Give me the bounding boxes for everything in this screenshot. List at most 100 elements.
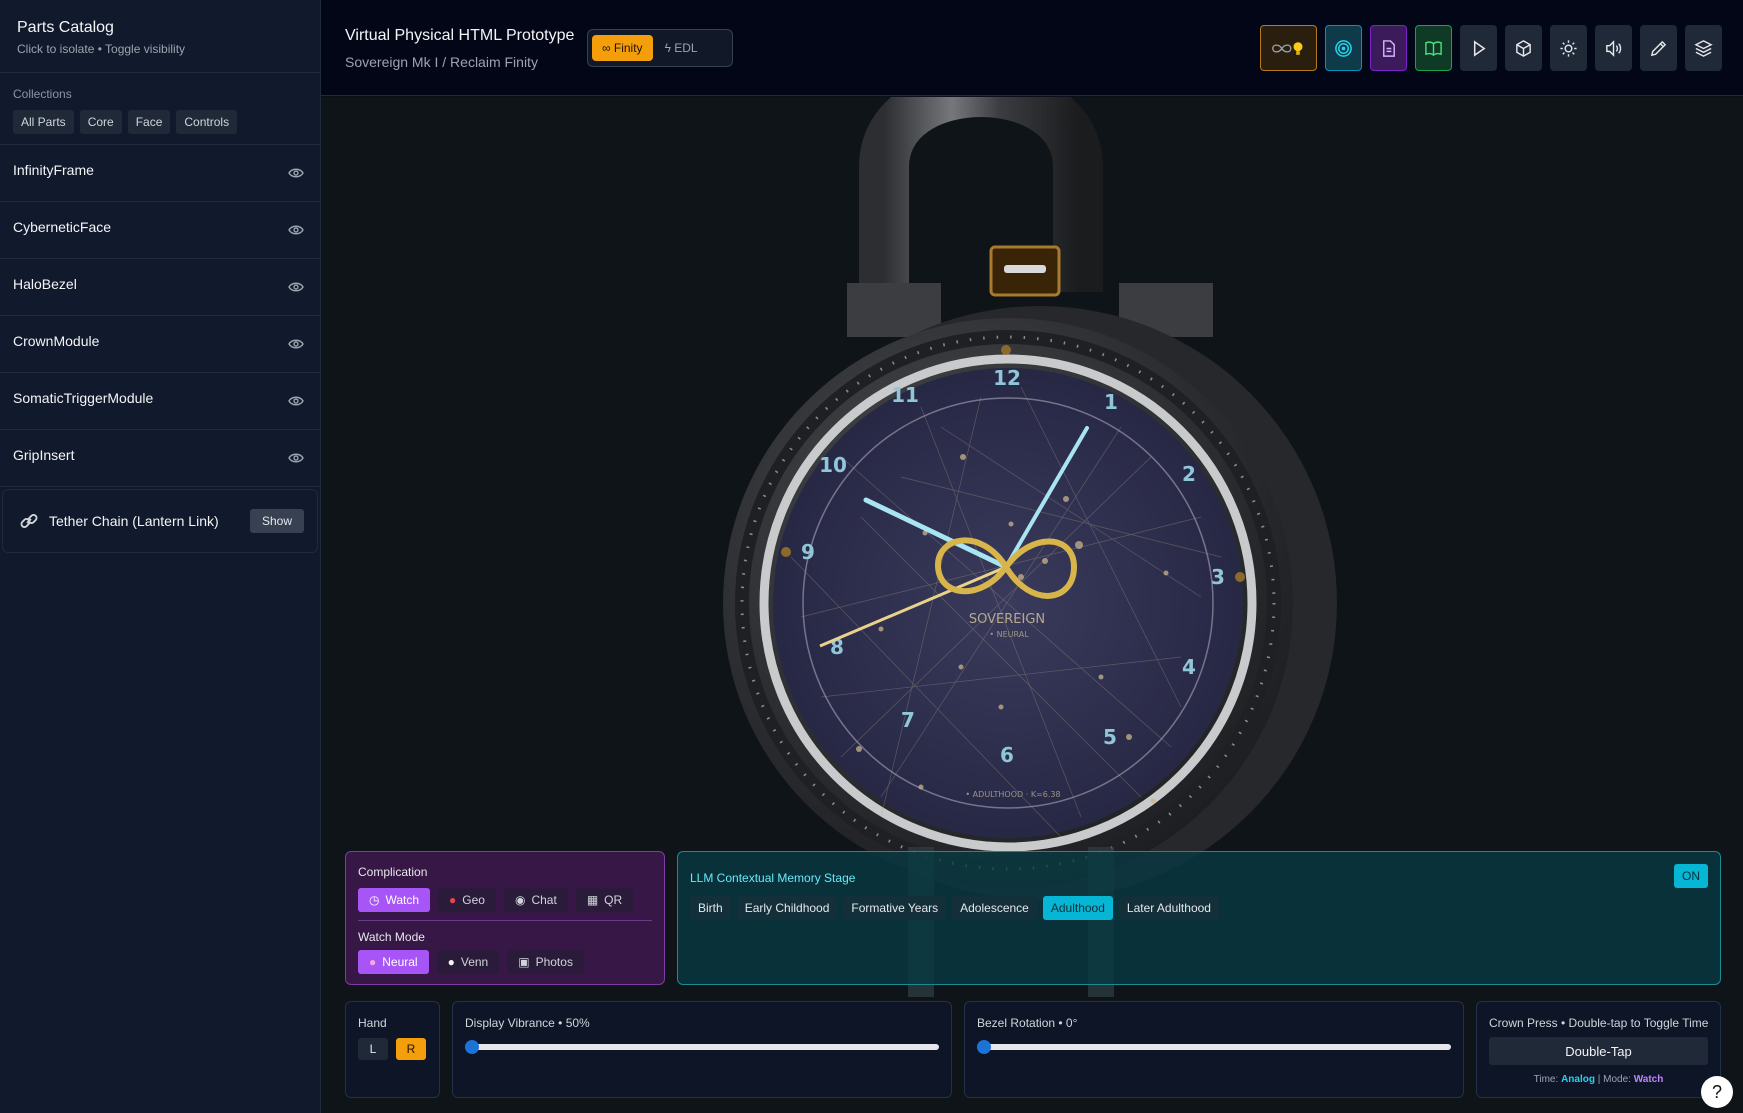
complication-divider [358,920,652,921]
crown-press-panel: Crown Press • Double-tap to Toggle Time … [1476,1001,1721,1098]
part-label: HaloBezel [13,276,77,292]
numeral-9: 9 [801,540,815,564]
stage-later-adulthood[interactable]: Later Adulthood [1118,896,1219,920]
complication-geo-button[interactable]: ● Geo [438,888,496,912]
eye-icon[interactable] [288,395,304,407]
hand-left-button[interactable]: L [358,1038,388,1060]
box-icon [1516,39,1531,57]
finity-mode-button[interactable]: ∞ Finity [592,35,653,61]
stage-early-childhood[interactable]: Early Childhood [736,896,838,920]
layers-icon [1694,39,1713,57]
stage-readout: • ADULTHOOD · K=6.38 [965,790,1060,799]
stage-birth[interactable]: Birth [690,896,731,920]
part-item-crownmodule[interactable]: CrownModule [0,316,320,373]
stage-adolescence[interactable]: Adolescence [952,896,1037,920]
time-label: Time: [1533,1074,1559,1085]
mode-photos-button[interactable]: ▣ Photos [507,950,584,974]
complication-qr-button[interactable]: ▦ QR [575,888,634,912]
brain-icon: ● [369,955,377,969]
mode-neural-button[interactable]: ● Neural [358,950,429,974]
collection-chip-controls[interactable]: Controls [176,110,238,134]
llm-memory-panel: LLM Contextual Memory Stage ON Birth Ear… [677,851,1721,985]
volume-button[interactable] [1595,25,1632,71]
vibrance-panel: Display Vibrance • 50% [452,1001,952,1098]
play-button[interactable] [1460,25,1497,71]
link-icon [20,514,38,528]
part-label: CyberneticFace [13,219,112,235]
infinity-bulb-button[interactable] [1260,25,1317,71]
qr-label: QR [604,893,623,907]
bezel-rotation-slider[interactable] [977,1040,1451,1054]
part-item-infinityframe[interactable]: InfinityFrame [0,145,320,202]
collection-chip-face[interactable]: Face [127,110,171,134]
collections-label: Collections [13,87,72,101]
top-bar: Virtual Physical HTML Prototype Sovereig… [321,0,1743,96]
numeral-5: 5 [1103,725,1117,749]
numeral-12: 12 [993,366,1021,390]
double-tap-button[interactable]: Double-Tap [1489,1037,1708,1065]
bezel-rotation-slider-thumb[interactable] [977,1040,991,1054]
target-button[interactable] [1325,25,1362,71]
qr-icon: ▦ [586,893,599,907]
bolt-icon: ϟ [664,41,675,55]
status-divider: | [1597,1074,1601,1085]
tether-label: Tether Chain (Lantern Link) [49,513,219,529]
play-icon [1473,39,1486,57]
watch-label: Watch [385,893,420,907]
part-item-cyberneticface[interactable]: CyberneticFace [0,202,320,259]
brightness-button[interactable] [1550,25,1587,71]
numeral-2: 2 [1182,462,1196,486]
neural-sublabel: • NEURAL [989,630,1029,639]
target-icon [1335,39,1352,57]
document-button[interactable] [1370,25,1407,71]
box-button[interactable] [1505,25,1542,71]
llm-toggle-button[interactable]: ON [1674,864,1708,888]
complication-chat-button[interactable]: ◉ Chat [503,888,568,912]
numeral-4: 4 [1182,655,1196,679]
layers-button[interactable] [1685,25,1722,71]
vibrance-slider-thumb[interactable] [465,1040,479,1054]
hand-label: Hand [358,1016,387,1030]
eye-icon[interactable] [288,167,304,179]
stage-adulthood[interactable]: Adulthood [1042,896,1113,920]
part-item-halobezel[interactable]: HaloBezel [0,259,320,316]
mode-venn-button[interactable]: ● Venn [436,950,500,974]
infinity-bulb-icon [1271,41,1302,55]
help-button[interactable]: ? [1701,1076,1733,1108]
book-button[interactable] [1415,25,1452,71]
sidebar-title: Parts Catalog [17,19,114,36]
tether-show-button[interactable]: Show [249,509,304,533]
page-title: Virtual Physical HTML Prototype [345,27,575,44]
chat-icon: ◉ [514,893,526,907]
edl-label: EDL [674,41,698,55]
sidebar-header: Parts Catalog Click to isolate • Toggle … [0,0,320,73]
hand-panel: Hand L R [345,1001,440,1098]
part-item-somatictriggermodule[interactable]: SomaticTriggerModule [0,373,320,430]
crown-press-label: Crown Press • Double-tap to Toggle Time [1489,1016,1709,1030]
part-item-gripinsert[interactable]: GripInsert [0,430,320,487]
bezel-rotation-panel: Bezel Rotation • 0° [964,1001,1464,1098]
breadcrumb: Sovereign Mk I / Reclaim Finity [345,54,538,70]
mode-label: Mode: [1603,1074,1631,1085]
chat-label: Chat [531,893,557,907]
numeral-7: 7 [901,708,915,732]
crown-cap [1004,265,1046,273]
eye-icon[interactable] [288,224,304,236]
eye-icon[interactable] [288,338,304,350]
hand-right-button[interactable]: R [396,1038,426,1060]
bezel-rotation-label: Bezel Rotation • 0° [977,1016,1078,1030]
complication-watch-button[interactable]: ◷ Watch [358,888,431,912]
eye-icon[interactable] [288,281,304,293]
time-value: Analog [1561,1074,1595,1085]
collection-chip-core[interactable]: Core [79,110,122,134]
stage-formative-years[interactable]: Formative Years [843,896,947,920]
edl-mode-button[interactable]: ϟ EDL [653,35,710,61]
camera-icon: ▣ [518,955,530,969]
pin-icon: ● [449,893,457,907]
vibrance-slider[interactable] [465,1040,939,1054]
sun-icon [1560,39,1577,57]
eye-icon[interactable] [288,452,304,464]
numeral-1: 1 [1104,390,1118,414]
collection-chip-all[interactable]: All Parts [13,110,74,134]
pen-button[interactable] [1640,25,1677,71]
